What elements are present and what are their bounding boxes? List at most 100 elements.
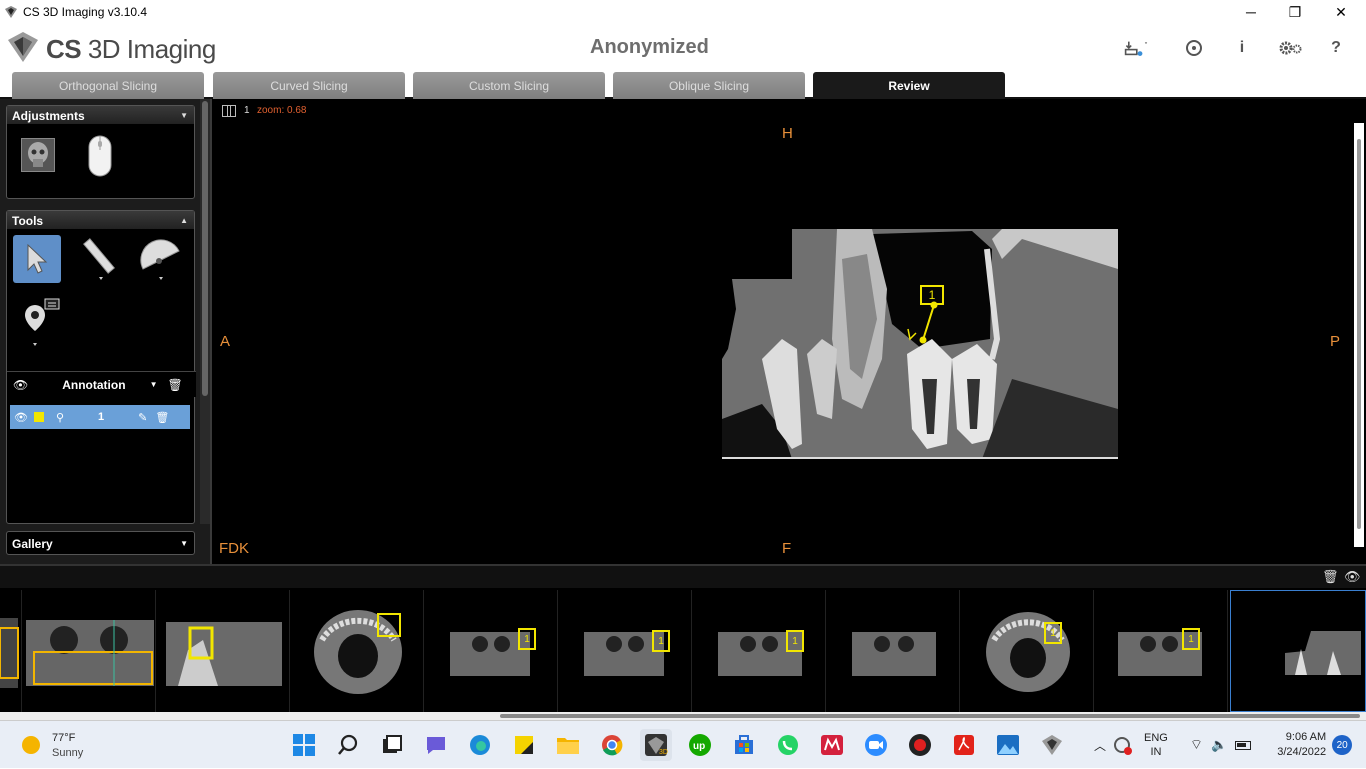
title-bar: CS 3D Imaging v3.10.4 ─ ❐ ✕ — [0, 0, 1366, 24]
notification-badge[interactable]: 20 — [1332, 735, 1353, 755]
mouse-mode-icon[interactable] — [87, 134, 113, 178]
start-windows-icon[interactable] — [288, 729, 320, 761]
language-indicator[interactable]: ENG IN — [1144, 731, 1168, 759]
chevron-down-icon: ▼ — [180, 539, 188, 548]
zoom-icon[interactable] — [860, 729, 892, 761]
microsoft-store-icon[interactable] — [728, 729, 760, 761]
select-pointer-tool[interactable] — [13, 235, 61, 283]
gallery-thumbnail[interactable] — [158, 590, 290, 712]
ct-slice-image[interactable]: 1 — [722, 229, 1118, 459]
gallery-scrollbar[interactable] — [0, 712, 1366, 720]
gallery-thumbnail[interactable] — [828, 590, 960, 712]
tools-header[interactable]: Tools ▲ — [7, 211, 194, 229]
ruler-tool[interactable] — [75, 235, 123, 283]
cs-3d-imaging-taskbar-icon[interactable]: 3D — [640, 729, 672, 761]
info-icon[interactable]: i — [1230, 36, 1254, 60]
network-error-icon[interactable] — [1114, 737, 1133, 755]
gallery-thumbnail[interactable] — [24, 590, 156, 712]
gallery-dropdown[interactable]: Gallery ▼ — [6, 531, 195, 555]
app-icon — [5, 6, 17, 18]
edge-browser-icon[interactable] — [464, 729, 496, 761]
search-icon[interactable] — [332, 729, 364, 761]
chevron-down-icon[interactable]: ▼ — [150, 380, 158, 389]
chevron-up-icon[interactable]: ︿ — [1094, 737, 1106, 754]
minimize-button[interactable]: ─ — [1228, 0, 1274, 24]
tab-custom-slicing[interactable]: Custom Slicing — [413, 72, 605, 99]
tab-oblique-slicing[interactable]: Oblique Slicing — [613, 72, 805, 99]
color-swatch[interactable] — [33, 412, 44, 422]
annotation-label: Annotation — [62, 377, 126, 392]
chat-icon[interactable] — [420, 729, 452, 761]
gallery-thumbnail[interactable] — [0, 590, 22, 712]
gallery-thumbnail[interactable]: 1 — [962, 590, 1094, 712]
left-panel: Adjustments ▼ Tools ▲ 👁 Annotation ▼ 🗑 👁… — [0, 99, 212, 564]
trash-icon[interactable]: 🗑 — [155, 411, 169, 424]
gallery-thumbnail-selected[interactable] — [1230, 590, 1366, 712]
upwork-icon[interactable]: up — [684, 729, 716, 761]
image-viewer[interactable]: 1 zoom: 0.68 H F A P FDK 1 — [214, 99, 1366, 564]
file-explorer-icon[interactable] — [552, 729, 584, 761]
adjustments-panel: Adjustments ▼ — [6, 105, 195, 199]
gallery-strip: 🗑 👁 1 1 1 1 1 — [0, 564, 1366, 720]
gallery-thumbnail[interactable]: 1 — [560, 590, 692, 712]
annotation-marker-label[interactable]: 1 — [920, 285, 944, 305]
chevron-up-icon[interactable]: ▲ — [180, 216, 188, 225]
layout-icon[interactable] — [222, 105, 236, 117]
adjustments-header[interactable]: Adjustments ▼ — [7, 106, 194, 124]
angle-tool[interactable] — [137, 235, 185, 283]
app-header: CS 3D Imaging Anonymized i ? — [0, 24, 1366, 72]
chevron-down-icon[interactable]: ▼ — [180, 111, 188, 120]
skull-preset-icon[interactable] — [21, 138, 55, 172]
restore-button[interactable]: ❐ — [1272, 0, 1318, 24]
cs-logo-icon — [8, 32, 38, 62]
protractor-icon — [140, 239, 180, 280]
chrome-icon[interactable] — [596, 729, 628, 761]
tab-review[interactable]: Review — [813, 72, 1005, 99]
mendeley-icon[interactable] — [816, 729, 848, 761]
layout-index: 1 — [244, 105, 250, 116]
gallery-thumbnail[interactable]: 1 — [1096, 590, 1228, 712]
zoom-level: zoom: 0.68 — [257, 105, 307, 116]
eye-icon[interactable]: 👁 — [13, 378, 28, 392]
export-icon[interactable] — [1124, 36, 1148, 60]
weather-widget[interactable]: 77°F Sunny — [52, 731, 83, 761]
window-title: CS 3D Imaging v3.10.4 — [23, 5, 148, 19]
map-pin-icon — [25, 298, 60, 346]
annotation-list-item[interactable]: 👁 ⚲ 1 ✎ 🗑 — [10, 405, 190, 429]
workflow-tabs: Orthogonal Slicing Curved Slicing Custom… — [0, 72, 1366, 99]
sticky-notes-icon[interactable] — [508, 729, 540, 761]
cs-imaging-app-icon[interactable] — [1036, 729, 1068, 761]
eye-icon[interactable]: 👁 — [14, 411, 28, 424]
tab-curved-slicing[interactable]: Curved Slicing — [213, 72, 405, 99]
gallery-thumbnail[interactable]: 1 — [426, 590, 558, 712]
battery-icon[interactable] — [1235, 740, 1252, 750]
task-view-icon[interactable] — [376, 729, 408, 761]
clock[interactable]: 9:06 AM 3/24/2022 — [1277, 730, 1326, 760]
record-icon[interactable] — [904, 729, 936, 761]
close-button[interactable]: ✕ — [1318, 0, 1364, 24]
gallery-thumbnail[interactable]: 1 — [694, 590, 826, 712]
annotation-pin-tool[interactable] — [17, 298, 65, 351]
windows-taskbar: 77°F Sunny 3D up ︿ ENG IN ⌔ 🔈 9:06 AM 3/… — [0, 720, 1366, 768]
target-icon[interactable] — [1182, 36, 1206, 60]
acrobat-icon[interactable] — [948, 729, 980, 761]
left-panel-scrollbar[interactable] — [200, 99, 210, 524]
eye-icon[interactable]: 👁 — [1344, 569, 1361, 585]
wifi-icon[interactable]: ⌔ — [1190, 736, 1203, 754]
photos-icon[interactable] — [992, 729, 1024, 761]
viewer-scrollbar[interactable] — [1354, 123, 1364, 547]
settings-gear-icon[interactable] — [1276, 36, 1304, 60]
trash-icon[interactable]: 🗑 — [1322, 569, 1339, 585]
whatsapp-icon[interactable] — [772, 729, 804, 761]
gallery-toolbar: 🗑 👁 — [0, 566, 1366, 588]
trash-icon[interactable]: 🗑 — [167, 378, 182, 392]
edit-pencil-icon[interactable]: ✎ — [138, 411, 147, 424]
gallery-thumbnail[interactable] — [292, 590, 424, 712]
speaker-icon[interactable]: 🔈 — [1211, 737, 1227, 753]
help-icon[interactable]: ? — [1324, 36, 1348, 60]
tab-orthogonal-slicing[interactable]: Orthogonal Slicing — [12, 72, 204, 99]
system-tray: ︿ ENG IN ⌔ 🔈 9:06 AM 3/24/2022 20 — [1094, 721, 1353, 769]
sun-weather-icon[interactable] — [22, 736, 40, 754]
gallery-annotation-marker: 1 — [652, 630, 670, 652]
annotation-item-label: 1 — [98, 411, 105, 423]
